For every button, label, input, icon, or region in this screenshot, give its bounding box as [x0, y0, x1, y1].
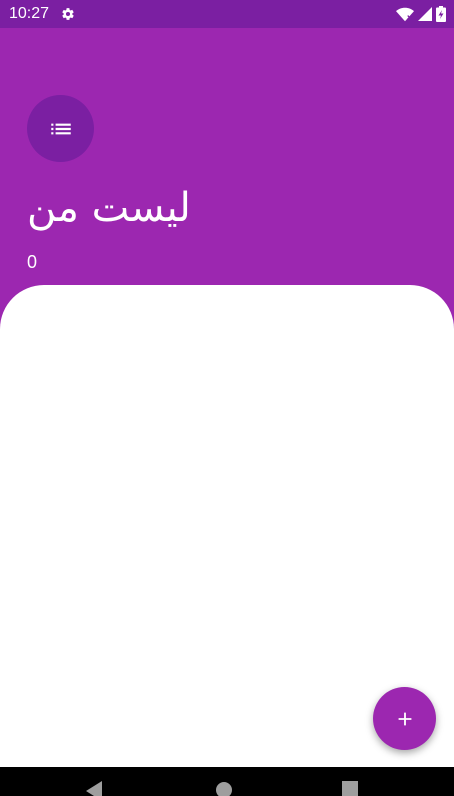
- battery-icon: [436, 6, 446, 22]
- recents-icon[interactable]: [342, 781, 358, 796]
- navigation-bar: [0, 767, 454, 796]
- add-item-button[interactable]: [373, 687, 436, 750]
- back-icon[interactable]: [86, 781, 104, 796]
- settings-gear-icon: [62, 8, 74, 20]
- status-icons: [396, 6, 446, 22]
- status-time: 10:27: [9, 5, 50, 22]
- home-icon[interactable]: [215, 781, 233, 796]
- item-count: 0: [27, 252, 38, 272]
- status-bar: 10:27: [0, 0, 454, 28]
- list-icon: [50, 123, 71, 134]
- wifi-icon: [396, 7, 414, 21]
- app-screen: 10:27 لیست من 0: [0, 0, 454, 796]
- list-title: لیست من: [27, 185, 191, 231]
- list-avatar: [27, 95, 94, 162]
- list-header: لیست من 0: [0, 28, 454, 288]
- add-icon: [398, 712, 411, 725]
- signal-icon: [418, 7, 432, 21]
